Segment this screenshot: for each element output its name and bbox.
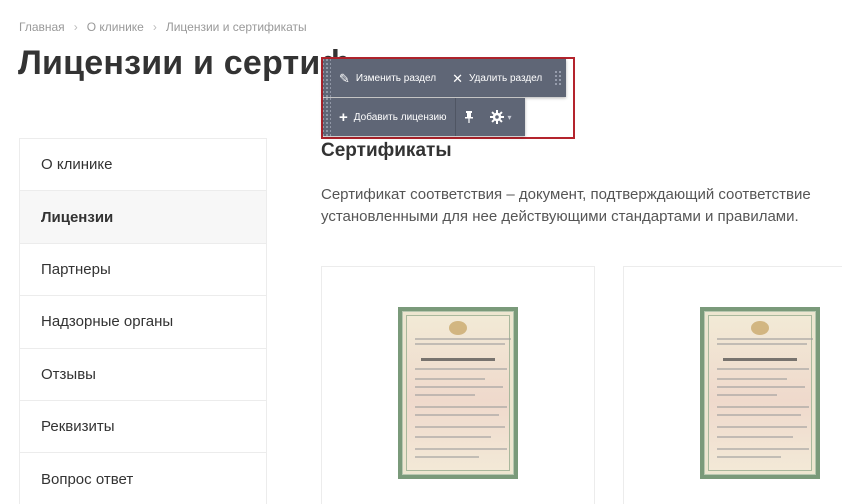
breadcrumb-current: Лицензии и сертификаты (165, 20, 307, 34)
delete-section-button[interactable]: ✕ Удалить раздел (444, 59, 550, 97)
breadcrumb-separator-icon: › (152, 20, 157, 34)
edit-toolbar-section: ✎ Изменить раздел ✕ Удалить раздел (323, 59, 566, 97)
sidebar-menu: О клинике Лицензии Партнеры Надзорные ор… (19, 138, 267, 504)
section-title: Сертификаты (321, 140, 452, 161)
drag-handle-icon[interactable] (323, 98, 331, 136)
sidebar-item-supervisory[interactable]: Надзорные органы (20, 296, 266, 349)
drag-handle-icon[interactable] (554, 70, 562, 86)
breadcrumb-separator-icon: › (73, 20, 78, 34)
edit-section-label: Изменить раздел (355, 72, 437, 84)
sidebar-item-requisites[interactable]: Реквизиты (20, 400, 266, 454)
breadcrumb-about[interactable]: О клинике (87, 20, 144, 34)
chevron-down-icon: ▾ (507, 112, 512, 122)
add-license-button[interactable]: + Добавить лицензию (331, 98, 455, 136)
edit-toolbar-items: + Добавить лицензию ▾ (323, 98, 525, 136)
breadcrumb: Главная › О клинике › Лицензии и сертифи… (19, 20, 307, 34)
pencil-icon: ✎ (339, 70, 350, 86)
close-icon: ✕ (452, 70, 463, 86)
drag-handle-icon[interactable] (323, 59, 331, 97)
pin-button[interactable] (456, 98, 482, 136)
breadcrumb-home[interactable]: Главная (19, 20, 65, 34)
add-license-label: Добавить лицензию (353, 111, 447, 123)
sidebar-item-reviews[interactable]: Отзывы (20, 348, 266, 401)
plus-icon: + (339, 108, 348, 126)
delete-section-label: Удалить раздел (468, 72, 543, 84)
section-description: Сертификат соответствия – документ, подт… (321, 186, 811, 225)
sidebar-item-faq[interactable]: Вопрос ответ (20, 453, 266, 504)
settings-menu-button[interactable]: ▾ (482, 110, 520, 124)
sidebar-item-about[interactable]: О клинике (20, 139, 266, 192)
sidebar-item-partners[interactable]: Партнеры (20, 243, 266, 297)
edit-section-button[interactable]: ✎ Изменить раздел (331, 59, 444, 97)
pin-icon (464, 111, 473, 123)
gear-icon (489, 110, 504, 124)
page-title: Лицензии и сертиф (18, 44, 351, 82)
certificate-card[interactable] (321, 266, 595, 504)
certificate-image[interactable] (398, 307, 518, 479)
sidebar-item-licenses[interactable]: Лицензии (20, 191, 266, 244)
certificate-image[interactable] (700, 307, 820, 479)
certificate-card[interactable] (623, 266, 842, 504)
